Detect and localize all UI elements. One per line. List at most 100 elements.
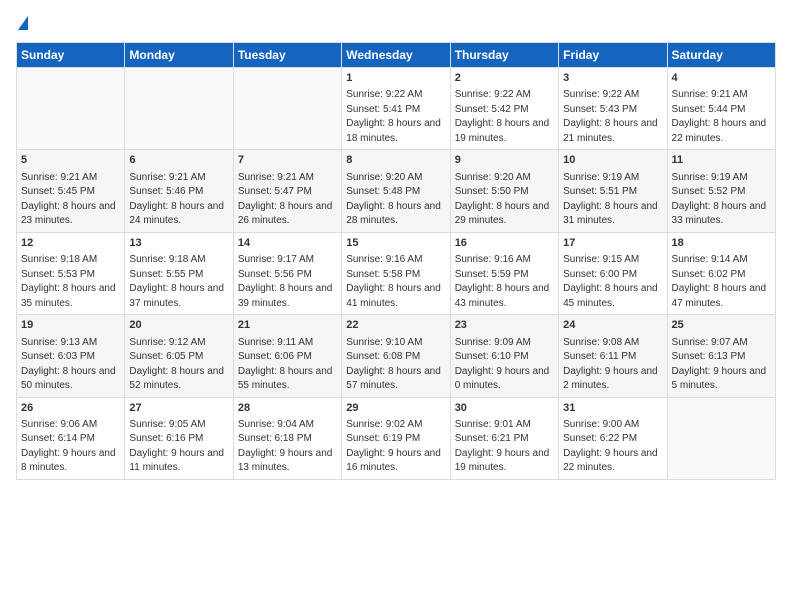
day-info: Sunrise: 9:22 AM Sunset: 5:42 PM Dayligh… xyxy=(455,88,554,146)
day-number: 11 xyxy=(672,153,771,168)
day-info: Sunrise: 9:16 AM Sunset: 5:58 PM Dayligh… xyxy=(346,253,445,311)
day-info: Sunrise: 9:20 AM Sunset: 5:48 PM Dayligh… xyxy=(346,171,445,229)
day-number: 25 xyxy=(672,318,771,333)
day-info: Sunrise: 9:07 AM Sunset: 6:13 PM Dayligh… xyxy=(672,336,771,394)
calendar-cell: 28 Sunrise: 9:04 AM Sunset: 6:18 PM Dayli… xyxy=(233,397,341,479)
calendar-header-wednesday: Wednesday xyxy=(342,43,450,68)
day-number: 7 xyxy=(238,153,337,168)
day-number: 21 xyxy=(238,318,337,333)
day-info: Sunrise: 9:08 AM Sunset: 6:11 PM Dayligh… xyxy=(563,336,662,394)
calendar-week-row: 5 Sunrise: 9:21 AM Sunset: 5:45 PM Daylig… xyxy=(17,150,776,232)
calendar-cell: 31 Sunrise: 9:00 AM Sunset: 6:22 PM Dayli… xyxy=(559,397,667,479)
calendar-cell: 23Sunrise: 9:09 AM Sunset: 6:10 PM Dayli… xyxy=(450,315,558,397)
day-info: Sunrise: 9:20 AM Sunset: 5:50 PM Dayligh… xyxy=(455,171,554,229)
day-info: Sunrise: 9:10 AM Sunset: 6:08 PM Dayligh… xyxy=(346,336,445,394)
day-number: 5 xyxy=(21,153,120,168)
calendar-week-row: 1Sunrise: 9:22 AM Sunset: 5:41 PM Daylig… xyxy=(17,68,776,150)
calendar-cell: 11Sunrise: 9:19 AM Sunset: 5:52 PM Dayli… xyxy=(667,150,775,232)
day-number: 9 xyxy=(455,153,554,168)
calendar-header-tuesday: Tuesday xyxy=(233,43,341,68)
day-number: 14 xyxy=(238,236,337,251)
calendar-cell: 25 Sunrise: 9:07 AM Sunset: 6:13 PM Dayli… xyxy=(667,315,775,397)
day-number: 13 xyxy=(129,236,228,251)
day-number: 18 xyxy=(672,236,771,251)
day-number: 3 xyxy=(563,71,662,86)
page: SundayMondayTuesdayWednesdayThursdayFrid… xyxy=(0,0,792,612)
calendar-cell: 15Sunrise: 9:16 AM Sunset: 5:58 PM Dayli… xyxy=(342,232,450,314)
calendar-cell: 1Sunrise: 9:22 AM Sunset: 5:41 PM Daylig… xyxy=(342,68,450,150)
day-info: Sunrise: 9:09 AM Sunset: 6:10 PM Dayligh… xyxy=(455,336,554,394)
calendar-cell: 22 Sunrise: 9:10 AM Sunset: 6:08 PM Dayli… xyxy=(342,315,450,397)
day-info: Sunrise: 9:11 AM Sunset: 6:06 PM Dayligh… xyxy=(238,336,337,394)
calendar-cell: 19Sunrise: 9:13 AM Sunset: 6:03 PM Dayli… xyxy=(17,315,125,397)
calendar-cell: 5 Sunrise: 9:21 AM Sunset: 5:45 PM Daylig… xyxy=(17,150,125,232)
day-info: Sunrise: 9:00 AM Sunset: 6:22 PM Dayligh… xyxy=(563,418,662,476)
calendar-cell xyxy=(233,68,341,150)
day-number: 16 xyxy=(455,236,554,251)
calendar-cell: 26 Sunrise: 9:06 AM Sunset: 6:14 PM Dayli… xyxy=(17,397,125,479)
day-info: Sunrise: 9:21 AM Sunset: 5:46 PM Dayligh… xyxy=(129,171,228,229)
day-number: 8 xyxy=(346,153,445,168)
calendar: SundayMondayTuesdayWednesdayThursdayFrid… xyxy=(16,42,776,480)
calendar-cell: 30 Sunrise: 9:01 AM Sunset: 6:21 PM Dayli… xyxy=(450,397,558,479)
calendar-cell: 14 Sunrise: 9:17 AM Sunset: 5:56 PM Dayli… xyxy=(233,232,341,314)
day-info: Sunrise: 9:21 AM Sunset: 5:47 PM Dayligh… xyxy=(238,171,337,229)
day-info: Sunrise: 9:18 AM Sunset: 5:55 PM Dayligh… xyxy=(129,253,228,311)
calendar-cell: 9 Sunrise: 9:20 AM Sunset: 5:50 PM Daylig… xyxy=(450,150,558,232)
day-info: Sunrise: 9:15 AM Sunset: 6:00 PM Dayligh… xyxy=(563,253,662,311)
day-info: Sunrise: 9:02 AM Sunset: 6:19 PM Dayligh… xyxy=(346,418,445,476)
day-number: 20 xyxy=(129,318,228,333)
day-number: 29 xyxy=(346,401,445,416)
day-info: Sunrise: 9:22 AM Sunset: 5:41 PM Dayligh… xyxy=(346,88,445,146)
calendar-cell: 18 Sunrise: 9:14 AM Sunset: 6:02 PM Dayli… xyxy=(667,232,775,314)
day-number: 26 xyxy=(21,401,120,416)
day-info: Sunrise: 9:01 AM Sunset: 6:21 PM Dayligh… xyxy=(455,418,554,476)
logo-triangle-icon xyxy=(18,16,28,30)
calendar-cell: 12 Sunrise: 9:18 AM Sunset: 5:53 PM Dayli… xyxy=(17,232,125,314)
day-number: 30 xyxy=(455,401,554,416)
calendar-header-thursday: Thursday xyxy=(450,43,558,68)
day-number: 19 xyxy=(21,318,120,333)
calendar-cell: 17 Sunrise: 9:15 AM Sunset: 6:00 PM Dayli… xyxy=(559,232,667,314)
calendar-cell: 6 Sunrise: 9:21 AM Sunset: 5:46 PM Daylig… xyxy=(125,150,233,232)
calendar-cell: 13 Sunrise: 9:18 AM Sunset: 5:55 PM Dayli… xyxy=(125,232,233,314)
day-info: Sunrise: 9:14 AM Sunset: 6:02 PM Dayligh… xyxy=(672,253,771,311)
day-info: Sunrise: 9:06 AM Sunset: 6:14 PM Dayligh… xyxy=(21,418,120,476)
calendar-cell xyxy=(667,397,775,479)
day-info: Sunrise: 9:17 AM Sunset: 5:56 PM Dayligh… xyxy=(238,253,337,311)
day-info: Sunrise: 9:04 AM Sunset: 6:18 PM Dayligh… xyxy=(238,418,337,476)
day-info: Sunrise: 9:21 AM Sunset: 5:45 PM Dayligh… xyxy=(21,171,120,229)
header xyxy=(16,16,776,32)
calendar-cell xyxy=(17,68,125,150)
day-info: Sunrise: 9:18 AM Sunset: 5:53 PM Dayligh… xyxy=(21,253,120,311)
calendar-header-monday: Monday xyxy=(125,43,233,68)
calendar-cell: 29 Sunrise: 9:02 AM Sunset: 6:19 PM Dayli… xyxy=(342,397,450,479)
day-number: 6 xyxy=(129,153,228,168)
calendar-cell: 20Sunrise: 9:12 AM Sunset: 6:05 PM Dayli… xyxy=(125,315,233,397)
calendar-cell: 21 Sunrise: 9:11 AM Sunset: 6:06 PM Dayli… xyxy=(233,315,341,397)
calendar-cell: 27Sunrise: 9:05 AM Sunset: 6:16 PM Dayli… xyxy=(125,397,233,479)
day-info: Sunrise: 9:16 AM Sunset: 5:59 PM Dayligh… xyxy=(455,253,554,311)
calendar-cell: 4Sunrise: 9:21 AM Sunset: 5:44 PM Daylig… xyxy=(667,68,775,150)
day-number: 22 xyxy=(346,318,445,333)
calendar-cell: 2Sunrise: 9:22 AM Sunset: 5:42 PM Daylig… xyxy=(450,68,558,150)
calendar-week-row: 12 Sunrise: 9:18 AM Sunset: 5:53 PM Dayli… xyxy=(17,232,776,314)
day-number: 10 xyxy=(563,153,662,168)
day-info: Sunrise: 9:22 AM Sunset: 5:43 PM Dayligh… xyxy=(563,88,662,146)
calendar-cell: 8 Sunrise: 9:20 AM Sunset: 5:48 PM Daylig… xyxy=(342,150,450,232)
day-info: Sunrise: 9:05 AM Sunset: 6:16 PM Dayligh… xyxy=(129,418,228,476)
day-number: 28 xyxy=(238,401,337,416)
day-info: Sunrise: 9:21 AM Sunset: 5:44 PM Dayligh… xyxy=(672,88,771,146)
logo xyxy=(16,16,28,32)
day-number: 17 xyxy=(563,236,662,251)
calendar-week-row: 26 Sunrise: 9:06 AM Sunset: 6:14 PM Dayli… xyxy=(17,397,776,479)
day-info: Sunrise: 9:19 AM Sunset: 5:51 PM Dayligh… xyxy=(563,171,662,229)
calendar-cell: 7 Sunrise: 9:21 AM Sunset: 5:47 PM Daylig… xyxy=(233,150,341,232)
calendar-cell: 16 Sunrise: 9:16 AM Sunset: 5:59 PM Dayli… xyxy=(450,232,558,314)
day-number: 24 xyxy=(563,318,662,333)
day-number: 12 xyxy=(21,236,120,251)
calendar-header-saturday: Saturday xyxy=(667,43,775,68)
calendar-cell: 10 Sunrise: 9:19 AM Sunset: 5:51 PM Dayli… xyxy=(559,150,667,232)
calendar-header-friday: Friday xyxy=(559,43,667,68)
day-number: 31 xyxy=(563,401,662,416)
